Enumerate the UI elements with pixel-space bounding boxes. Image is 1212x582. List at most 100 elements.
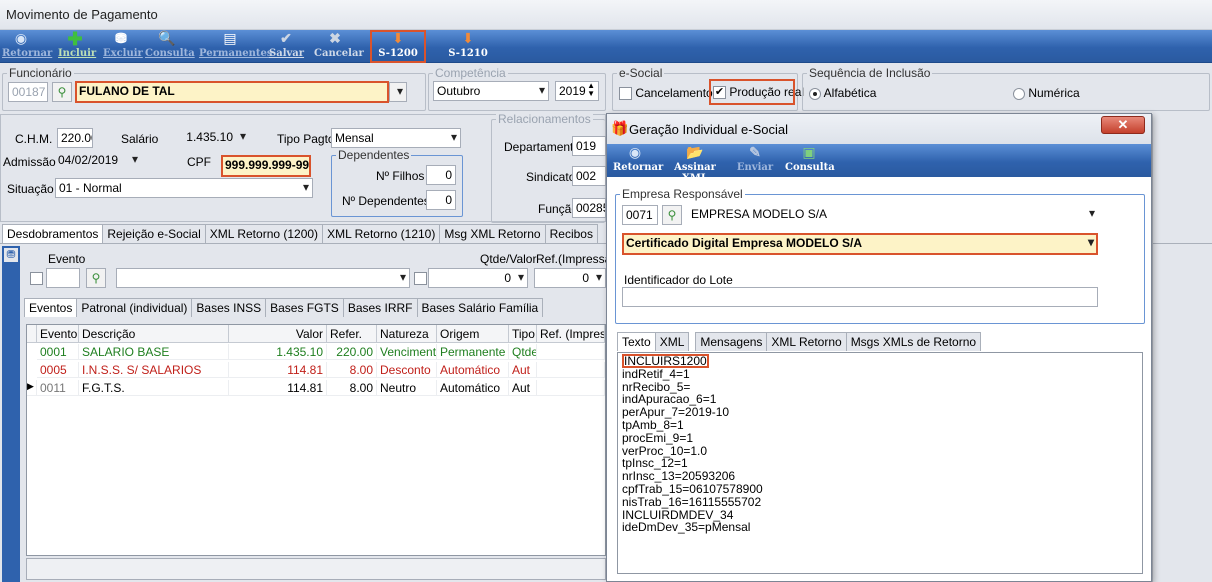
producao-real-checkbox[interactable]: ✔ Produção real (709, 79, 804, 105)
certificado-select[interactable]: Certificado Digital Empresa MODELO S/A (622, 233, 1098, 255)
tab-xml-retorno-1210[interactable]: XML Retorno (1210) (322, 224, 441, 243)
tab-bases-salario-familia[interactable]: Bases Salário Família (416, 298, 544, 317)
tab-bases-inss[interactable]: Bases INSS (191, 298, 267, 317)
funcionario-dropdown[interactable] (389, 82, 407, 102)
spinner-icon: ▲ ▼ (587, 81, 595, 98)
cancelar-button[interactable]: ✖ Cancelar (314, 30, 364, 63)
permanentes-button[interactable]: ▤ Permanentes (199, 30, 272, 63)
table-row[interactable]: 0001 SALARIO BASE 1.435.10 220.00 Vencim… (27, 344, 605, 361)
tab-bases-fgts[interactable]: Bases FGTS (265, 298, 344, 317)
salario-input[interactable]: 1.435.10 (157, 128, 249, 148)
lookup-icon[interactable]: ⚲ (662, 205, 682, 225)
numerica-radio[interactable]: Numérica (1013, 86, 1080, 100)
departamento-input[interactable]: 019 (572, 136, 606, 156)
radio-icon (1013, 87, 1025, 100)
empresa-code-input[interactable]: 0071 (622, 205, 658, 225)
tab-xml[interactable]: XML (654, 332, 690, 351)
sub-tabs: Eventos Patronal (individual) Bases INSS… (24, 298, 544, 317)
column-header[interactable]: Ref. (Impres (537, 325, 605, 343)
texto-area[interactable]: INCLUIRS1200 indRetif_4=1 nrRecibo_5= in… (617, 352, 1143, 574)
right-panel (1152, 114, 1210, 582)
month-select[interactable]: Outubro (433, 81, 549, 101)
tab-xml-retorno-1200[interactable]: XML Retorno (1200) (204, 224, 324, 243)
text-line: tpAmb_8=1 (622, 417, 684, 432)
chm-input[interactable]: 220.00 (57, 128, 93, 148)
funcionario-code-input[interactable]: 00187 (8, 82, 48, 102)
tipo-pagto-select[interactable]: Mensal (331, 128, 461, 148)
text-line: procEmi_9=1 (622, 430, 694, 445)
admissao-input[interactable]: 04/02/2019 (55, 151, 141, 171)
checkbox-checked-icon: ✔ (713, 86, 726, 100)
evento-checkbox[interactable] (30, 272, 43, 285)
employee-data-panel: C.H.M. 220.00 Salário 1.435.10 Tipo Pagt… (0, 112, 606, 223)
tab-msgs-xmls-retorno[interactable]: Msgs XMLs de Retorno (845, 332, 982, 351)
qtde-input[interactable]: 0 (428, 268, 528, 288)
tab-texto[interactable]: Texto (617, 332, 656, 351)
dialog-toolbar: ◉ Retornar 📂 Assinar XML ✎ Enviar ▣ Consulta (607, 144, 1151, 184)
relacionamentos-group: Relacionamentos Departamento 019 Sindica… (491, 112, 606, 223)
assinar-xml-button[interactable]: 📂 Assinar XML (663, 144, 727, 184)
consulta-button[interactable]: 🔍 Consulta (145, 30, 195, 63)
column-header[interactable]: Origem (437, 325, 509, 343)
funcionario-name-input[interactable]: FULANO DE TAL (75, 81, 389, 103)
document-icon: ▤ (223, 31, 237, 47)
sequencia-group: Sequência de Inclusão Alfabética Numéric… (802, 66, 1210, 111)
column-header[interactable]: Valor (229, 325, 327, 343)
evento-select[interactable] (116, 268, 410, 288)
tab-mensagens[interactable]: Mensagens (695, 332, 768, 351)
dependentes-input[interactable]: 0 (426, 190, 456, 210)
attachment-icon[interactable]: ⛃ (4, 248, 18, 262)
evento-code-input[interactable] (46, 268, 80, 288)
cancelamento-checkbox[interactable]: Cancelamento (619, 86, 713, 101)
salvar-button[interactable]: ✔ Salvar (269, 30, 304, 63)
incluir-button[interactable]: ✚ Incluir (58, 30, 96, 63)
sindicato-input[interactable]: 002 (572, 166, 606, 186)
s1210-button[interactable]: ⬇ S-1210 (440, 30, 496, 63)
ref-input[interactable]: 0 (534, 268, 606, 288)
radio-selected-icon (809, 87, 821, 100)
column-header[interactable]: Tipo (509, 325, 537, 343)
tab-patronal[interactable]: Patronal (individual) (76, 298, 193, 317)
table-row-selected[interactable]: ▶ 0011 F.G.T.S. 114.81 8.00 Neutro Autom… (27, 380, 605, 397)
empresa-select[interactable]: EMPRESA MODELO S/A (688, 205, 1098, 225)
excluir-button[interactable]: ⛃ Excluir (103, 30, 143, 63)
dialog-retornar-button[interactable]: ◉ Retornar (613, 144, 663, 177)
qtde-checkbox[interactable] (414, 272, 427, 285)
tab-eventos[interactable]: Eventos (24, 298, 78, 317)
situacao-select[interactable]: 01 - Normal (55, 178, 313, 198)
alfabetica-radio[interactable]: Alfabética (809, 86, 876, 100)
dialog-consulta-button[interactable]: ▣ Consulta (785, 144, 835, 177)
text-line: verProc_10=1.0 (622, 443, 708, 458)
lookup-icon[interactable]: ⚲ (52, 82, 72, 102)
table-row[interactable]: 0005 I.N.S.S. S/ SALARIOS 114.81 8.00 De… (27, 362, 605, 379)
lookup-icon[interactable]: ⚲ (86, 268, 106, 288)
main-toolbar: ◉ Retornar ✚ Incluir ⛃ Excluir 🔍 Consulta ▤ P… (0, 30, 1212, 63)
tab-xml-retorno[interactable]: XML Retorno (766, 332, 847, 351)
competencia-group: Competência Outubro 2019▲▼ (428, 66, 606, 111)
tab-bases-irrf[interactable]: Bases IRRF (342, 298, 418, 317)
column-header[interactable]: Evento (37, 325, 79, 343)
cpf-input[interactable]: 999.999.999-99 (221, 155, 311, 177)
back-icon: ◉ (14, 31, 28, 47)
year-spinner[interactable]: 2019 ▲ ▼ (555, 81, 599, 101)
tab-recibos[interactable]: Recibos (544, 224, 598, 243)
text-line: INCLUIRS1200 (622, 354, 709, 368)
tab-desdobramentos[interactable]: Desdobramentos (2, 224, 104, 243)
filhos-input[interactable]: 0 (426, 165, 456, 185)
folder-icon: 📂 (686, 145, 704, 161)
lote-input[interactable] (622, 287, 1098, 307)
tab-msg-xml-retorno[interactable]: Msg XML Retorno (439, 224, 546, 243)
relacionamentos-legend: Relacionamentos (496, 112, 593, 126)
tab-rejeicao[interactable]: Rejeição e-Social (102, 224, 206, 243)
close-button[interactable]: ✕ (1101, 116, 1145, 134)
check-icon: ✔ (280, 31, 292, 47)
funcao-input[interactable]: 00285 (572, 198, 606, 218)
enviar-button[interactable]: ✎ Enviar (735, 144, 775, 177)
empresa-legend: Empresa Responsável (620, 187, 745, 201)
retornar-button[interactable]: ◉ Retornar (2, 30, 52, 63)
column-header[interactable]: Refer. (327, 325, 377, 343)
s1200-button[interactable]: ⬇ S-1200 (370, 30, 426, 63)
export-icon: ⬇ (462, 31, 474, 47)
column-header[interactable]: Natureza (377, 325, 437, 343)
column-header[interactable]: Descrição (79, 325, 229, 343)
